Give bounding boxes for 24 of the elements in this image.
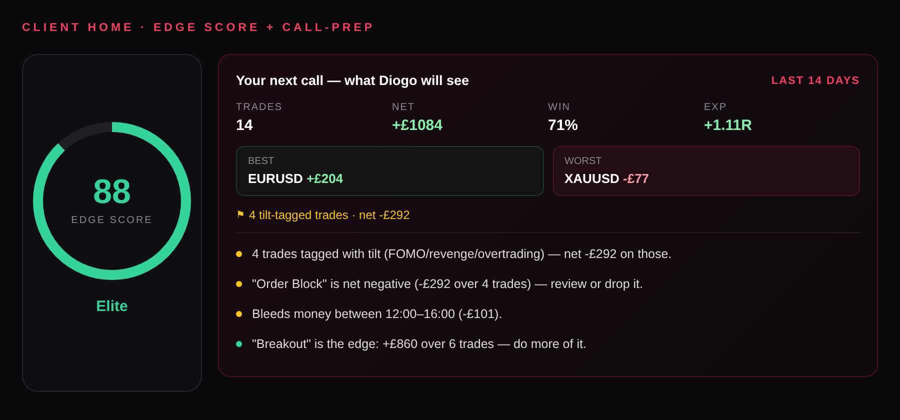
card-title: Your next call — what Diogo will see: [236, 73, 470, 88]
score-label: EDGE SCORE: [71, 215, 153, 226]
stat-value: 14: [236, 117, 254, 134]
flag-icon: ⚑: [236, 209, 245, 221]
rating-label: Elite: [96, 298, 128, 314]
stat-value: +1.11R: [704, 117, 753, 134]
stat-label: EXP: [704, 102, 728, 113]
insight-text: "Order Block" is net negative (-£292 over 4 trades) — review or drop it.: [252, 277, 643, 291]
stat-label: TRADES: [236, 102, 284, 113]
trade-result: XAUUSD -£77: [564, 171, 650, 186]
stat-label: NET: [392, 102, 416, 113]
score-value: 88: [93, 175, 131, 209]
trade-result: EURUSD +£204: [248, 171, 344, 186]
stat-label: WIN: [548, 102, 572, 113]
stat-value: 71%: [548, 117, 580, 134]
insight-text: 4 trades tagged with tilt (FOMO/revenge/overtrading) — net -£292 on those.: [252, 247, 672, 261]
trade-label: BEST: [248, 156, 276, 167]
stat-value: +£1084: [392, 117, 444, 134]
insight-text: "Breakout" is the edge: +£860 over 6 trades — do more of it.: [252, 337, 586, 351]
insight-text: Bleeds money between 12:00–16:00 (-£101).: [252, 307, 502, 321]
page-heading: CLIENT HOME · EDGE SCORE + CALL-PREP: [22, 22, 376, 34]
tilt-summary: 4 tilt-tagged trades · net -£292: [249, 208, 410, 222]
period-label: LAST 14 DAYS: [771, 74, 860, 86]
trade-label: WORST: [564, 156, 603, 167]
